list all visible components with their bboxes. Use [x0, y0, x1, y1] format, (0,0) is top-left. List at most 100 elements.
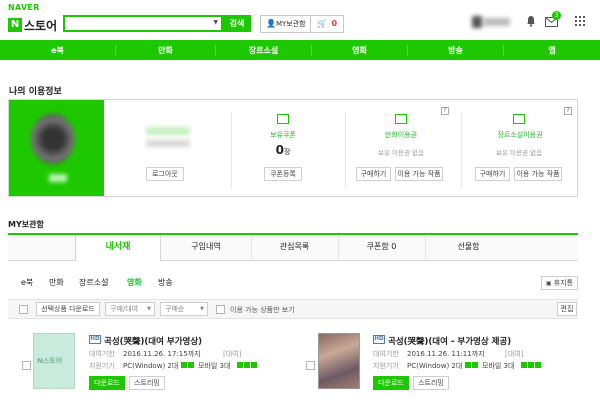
tab-my-shelf[interactable]: 내서재 [75, 235, 161, 261]
chevron-down-icon: ▼ [147, 306, 151, 312]
trash-button[interactable]: ▣ 휴지통 [541, 276, 578, 290]
person-icon: 👤 [266, 19, 276, 28]
profile-box [9, 100, 104, 196]
nav-item-ebook[interactable]: e북 [0, 44, 116, 56]
cart-button[interactable]: 🛒 0 [311, 15, 344, 33]
nav-item-app[interactable]: 앱 [504, 45, 600, 56]
coupon-icon [277, 114, 289, 124]
item-checkbox[interactable] [306, 361, 315, 370]
item-title[interactable]: 곡성(哭聲)(대여 부가영상) [104, 335, 202, 347]
chevron-down-icon[interactable]: ▼ [213, 19, 218, 26]
mail-badge: 3 [552, 11, 561, 20]
menu-icon[interactable] [575, 16, 585, 26]
item-period-tag: [대여] [505, 350, 524, 358]
genre-available-button[interactable]: 이용 가능 작품 [514, 167, 562, 181]
edit-button[interactable]: 편집 [557, 302, 577, 316]
item-period-value: 2016.11.26. 17:15까지 [123, 350, 201, 358]
device-indicator [521, 362, 527, 368]
trash-icon: ▣ [545, 280, 552, 287]
genre-buy-button[interactable]: 구매하기 [475, 167, 510, 181]
nav-item-movie[interactable]: 영화 [312, 44, 408, 56]
category-broadcast[interactable]: 방송 [158, 277, 173, 288]
available-only-label[interactable]: 이용 가능 상품만 보기 [230, 305, 295, 315]
user-profile[interactable] [472, 16, 512, 30]
download-button[interactable]: 다운로드 [89, 376, 125, 390]
hd-badge: HD [373, 335, 385, 344]
device-indicator [535, 362, 541, 368]
device-indicator [244, 362, 250, 368]
main-nav: e북 만화 장르소설 영화 방송 앱 [0, 40, 600, 60]
tab-coupons[interactable]: 쿠폰함 0 [338, 235, 424, 259]
filter-type-select[interactable]: 구매/대여 ▼ [105, 302, 155, 316]
category-genre[interactable]: 장르소설 [79, 277, 108, 288]
download-selected-button[interactable]: 선택상품 다운로드 [36, 302, 100, 316]
item-thumbnail[interactable]: N스토어 [33, 333, 75, 389]
my-library-button[interactable]: 👤MY보관함 [260, 15, 311, 33]
filter-sort-select[interactable]: 구매순 ▼ [160, 302, 208, 316]
item-device-label: 지원기기 [373, 362, 399, 370]
nstore-logo[interactable]: N 스토어 [8, 17, 57, 33]
nav-item-genre[interactable]: 장르소설 [216, 44, 312, 56]
device-indicator [528, 362, 534, 368]
genre-pass-title: 장르소설이용권 [497, 131, 543, 139]
nav-item-comic[interactable]: 만화 [116, 44, 216, 56]
divider [461, 112, 462, 188]
coupon-count-wrap: 0장 [258, 143, 308, 157]
bell-icon[interactable] [526, 15, 536, 27]
tab-purchase-history[interactable]: 구입내역 [163, 235, 249, 259]
profile-name [49, 174, 67, 182]
chevron-down-icon: ▼ [200, 306, 204, 312]
search-input[interactable]: ▼ [63, 15, 223, 32]
logout-button[interactable]: 로그아웃 [146, 167, 184, 181]
search-button[interactable]: 검색 [223, 15, 251, 32]
library-tabs: 내서재 구입내역 관심목록 쿠폰함 0 선물함 [8, 233, 578, 261]
item-period-label: 대여기한 [89, 350, 115, 358]
tab-wishlist[interactable]: 관심목록 [251, 235, 337, 259]
hd-badge: HD [89, 335, 101, 344]
library-title: MY보관함 [8, 220, 44, 229]
download-button[interactable]: 다운로드 [373, 376, 409, 390]
category-comic[interactable]: 만화 [49, 277, 64, 288]
stream-button[interactable]: 스트리밍 [129, 376, 165, 390]
item-period-value: 2016.11.26. 11:11까지 [407, 350, 485, 358]
category-movie[interactable]: 영화 [127, 277, 142, 288]
trash-label: 휴지통 [553, 279, 574, 287]
available-only-checkbox[interactable] [216, 305, 225, 314]
item-title[interactable]: 곡성(哭聲)(대여 - 부가영상 제공) [388, 335, 511, 347]
coupon-register-button[interactable]: 쿠폰등록 [264, 167, 302, 181]
comic-pass-icon [395, 114, 407, 124]
nav-item-broadcast[interactable]: 방송 [408, 44, 504, 56]
usage-title: 나의 이용정보 [9, 87, 62, 97]
item-period-tag: [대여] [223, 350, 242, 358]
divider [345, 112, 346, 188]
avatar [31, 114, 75, 164]
user-id [146, 127, 190, 135]
nstore-logo-text: 스토어 [24, 18, 58, 33]
device-indicator [181, 362, 187, 368]
stream-button[interactable]: 스트리밍 [413, 376, 449, 390]
genre-pass-status: 보유 이용권 없음 [496, 149, 542, 157]
user-email [146, 140, 190, 147]
item-thumbnail[interactable] [318, 333, 360, 389]
item-device-value: PC(Window) 2대 [407, 362, 463, 370]
coupon-title: 보유쿠폰 [270, 131, 296, 139]
divider [231, 112, 232, 188]
naver-logo[interactable]: NAVER [8, 3, 40, 12]
filter-sort-label: 구매순 [165, 305, 185, 313]
item-checkbox[interactable] [22, 361, 31, 370]
genre-help-icon[interactable]: ? [564, 107, 572, 115]
comic-help-icon[interactable]: ? [441, 107, 449, 115]
tab-gifts[interactable]: 선물함 [425, 235, 511, 259]
genre-pass-icon [513, 114, 525, 124]
item-device-value: PC(Window) 2대 [123, 362, 179, 370]
comic-available-button[interactable]: 이용 가능 작품 [395, 167, 443, 181]
filter-type-label: 구매/대여 [110, 305, 139, 313]
thumbnail-logo: N스토어 [37, 357, 63, 365]
comic-buy-button[interactable]: 구매하기 [356, 167, 391, 181]
select-all-checkbox[interactable] [19, 305, 28, 314]
device-indicator [251, 362, 257, 368]
coupon-unit: 장 [283, 148, 291, 156]
device-indicator [237, 362, 243, 368]
category-ebook[interactable]: e북 [21, 277, 33, 288]
cart-icon: 🛒 [317, 19, 327, 28]
